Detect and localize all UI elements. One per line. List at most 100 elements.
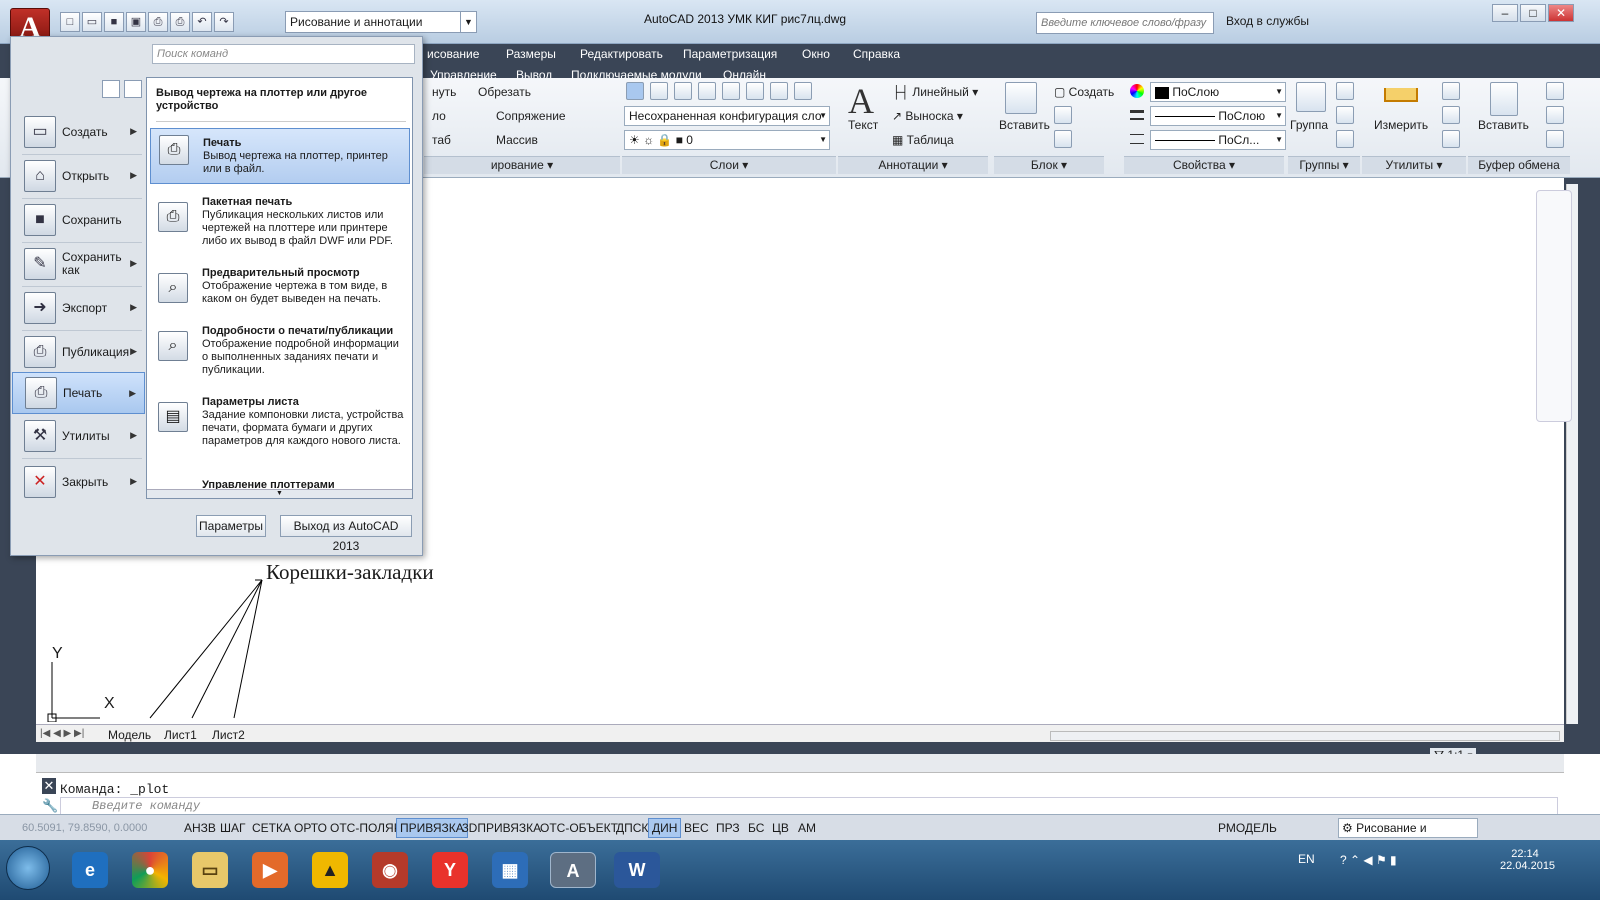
paste-icon[interactable] bbox=[1490, 82, 1518, 116]
copy-icon[interactable] bbox=[1546, 106, 1564, 124]
measure-label[interactable]: Измерить bbox=[1374, 118, 1428, 132]
ribbon-scale[interactable]: ло bbox=[432, 109, 446, 123]
ribbon-fillet[interactable]: Сопряжение bbox=[496, 109, 566, 123]
color-combo[interactable]: ПоСлою ▼ bbox=[1150, 82, 1286, 102]
ribbon-mirror[interactable]: таб bbox=[432, 133, 451, 147]
layer-match-icon[interactable] bbox=[770, 82, 788, 100]
menu-parametric[interactable]: Параметризация bbox=[683, 47, 777, 61]
minimize-button[interactable]: – bbox=[1492, 4, 1518, 22]
print-icon[interactable]: ⎙ bbox=[170, 12, 190, 32]
text-icon[interactable]: A bbox=[848, 80, 874, 122]
menu-modify[interactable]: Редактировать bbox=[580, 47, 663, 61]
tab-layout2[interactable]: Лист2 bbox=[212, 728, 245, 742]
cut-icon[interactable] bbox=[1546, 82, 1564, 100]
status-toggle-9[interactable]: ДИН bbox=[648, 818, 682, 838]
undo-icon[interactable]: ↶ bbox=[192, 12, 212, 32]
new-icon[interactable]: □ bbox=[60, 12, 80, 32]
daemon-tools-icon[interactable]: ▲ bbox=[312, 852, 348, 888]
create-block-button[interactable]: ▢ Создать bbox=[1054, 85, 1114, 99]
layer-state-combo[interactable]: Несохраненная конфигурация сло ▼ bbox=[624, 106, 830, 126]
status-toggle-3[interactable]: ОРТО bbox=[290, 818, 331, 838]
wrench-icon[interactable]: 🔧 bbox=[42, 798, 58, 814]
close-button[interactable]: ✕ bbox=[1548, 4, 1574, 22]
plot-icon[interactable]: ⎙ bbox=[148, 12, 168, 32]
color-wheel-icon[interactable] bbox=[1130, 84, 1144, 98]
app-menu-utilities[interactable]: ⚒ Утилиты ▶ bbox=[12, 415, 145, 457]
media-player-icon[interactable]: ▶ bbox=[252, 852, 288, 888]
status-toggle-0[interactable]: АНЗВ bbox=[180, 818, 220, 838]
lineweight-combo[interactable]: ПоСлою ▼ bbox=[1150, 106, 1286, 126]
print-item-details[interactable]: ⌕ Подробности о печати/публикации Отобра… bbox=[150, 325, 410, 385]
menu-draw[interactable]: исование bbox=[427, 47, 479, 61]
horizontal-scrollbar[interactable] bbox=[1050, 731, 1560, 741]
panel-layers-title[interactable]: Слои ▾ bbox=[622, 156, 836, 174]
open-documents-icon[interactable] bbox=[124, 80, 142, 98]
menu-window[interactable]: Окно bbox=[802, 47, 830, 61]
group-edit-icon[interactable] bbox=[1336, 106, 1354, 124]
status-toggle-14[interactable]: АМ bbox=[794, 818, 820, 838]
insert-block-label[interactable]: Вставить bbox=[999, 118, 1050, 132]
ribbon-stretch[interactable]: нуть bbox=[432, 85, 456, 99]
panel-utilities-title[interactable]: Утилиты ▾ bbox=[1362, 156, 1466, 174]
word-taskbar-icon[interactable]: W bbox=[614, 852, 660, 888]
menu-help[interactable]: Справка bbox=[853, 47, 900, 61]
linetype-combo[interactable]: ПоСл... ▼ bbox=[1150, 130, 1286, 150]
match-properties-icon[interactable] bbox=[1546, 130, 1564, 148]
measure-icon[interactable] bbox=[1384, 88, 1418, 102]
app-menu-export[interactable]: ➜ Экспорт ▶ bbox=[12, 287, 145, 329]
panel-annotation-title[interactable]: Аннотации ▾ bbox=[838, 156, 988, 174]
print-item-plot[interactable]: ⎙ Печать Вывод чертежа на плоттер, принт… bbox=[150, 128, 410, 184]
status-toggle-6[interactable]: 3DПРИВЯЗКА bbox=[458, 818, 545, 838]
recent-documents-icon[interactable] bbox=[102, 80, 120, 98]
ribbon-array[interactable]: Массив bbox=[496, 133, 538, 147]
status-toggle-10[interactable]: ВЕС bbox=[680, 818, 713, 838]
panel-properties-title[interactable]: Свойства ▾ bbox=[1124, 156, 1284, 174]
keyword-search-input[interactable]: Введите ключевое слово/фразу bbox=[1036, 12, 1214, 34]
language-indicator[interactable]: EN bbox=[1298, 852, 1315, 866]
ungroup-icon[interactable] bbox=[1336, 82, 1354, 100]
status-toggle-11[interactable]: ПРЗ bbox=[712, 818, 744, 838]
command-input[interactable] bbox=[60, 797, 1558, 815]
workspace-selector[interactable]: Рисование и аннотации ▼ bbox=[285, 11, 477, 33]
layer-isolate-icon[interactable] bbox=[674, 82, 692, 100]
linear-dim-button[interactable]: ├┤ Линейный ▾ bbox=[892, 85, 978, 99]
app-icon[interactable]: ◉ bbox=[372, 852, 408, 888]
navigation-bar[interactable] bbox=[1536, 190, 1572, 422]
app-menu-publish[interactable]: ⎙ Публикация ▶ bbox=[12, 331, 145, 373]
start-button[interactable] bbox=[6, 846, 50, 890]
app-menu-new[interactable]: ▭ Создать ▶ bbox=[12, 111, 145, 153]
insert-block-icon[interactable] bbox=[1005, 82, 1037, 114]
print-item-batch[interactable]: ⎙ Пакетная печать Публикация нескольких … bbox=[150, 196, 410, 254]
status-toggle-7[interactable]: ОТС-ОБЪЕКТ bbox=[536, 818, 622, 838]
group-select-icon[interactable] bbox=[1336, 130, 1354, 148]
group-label[interactable]: Группа bbox=[1290, 118, 1328, 132]
model-space-toggle[interactable]: РМОДЕЛЬ bbox=[1214, 818, 1281, 838]
calculator-icon[interactable] bbox=[1442, 130, 1460, 148]
status-toggle-13[interactable]: ЦВ bbox=[768, 818, 793, 838]
status-toggle-12[interactable]: БС bbox=[744, 818, 768, 838]
status-toggle-4[interactable]: ОТС-ПОЛЯР bbox=[326, 818, 406, 838]
panel-modify-title[interactable]: ирование ▾ bbox=[424, 156, 620, 174]
layer-state-icon[interactable] bbox=[650, 82, 668, 100]
tray-icons[interactable]: ? ⌃ ◀ ⚑ ▮ bbox=[1340, 853, 1397, 867]
clock[interactable]: 22:14 22.04.2015 bbox=[1500, 848, 1555, 872]
menu-dimension[interactable]: Размеры bbox=[506, 47, 556, 61]
select-all-icon[interactable] bbox=[1442, 106, 1460, 124]
command-search-input[interactable]: Поиск команд bbox=[152, 44, 415, 64]
layer-properties-icon[interactable] bbox=[626, 82, 644, 100]
leader-button[interactable]: ↗ Выноска ▾ bbox=[892, 109, 963, 123]
save-icon[interactable]: ■ bbox=[104, 12, 124, 32]
open-icon[interactable]: ▭ bbox=[82, 12, 102, 32]
options-button[interactable]: Параметры bbox=[196, 515, 266, 537]
print-item-preview[interactable]: ⌕ Предварительный просмотр Отображение ч… bbox=[150, 267, 410, 315]
save-as-icon[interactable]: ▣ bbox=[126, 12, 146, 32]
app-menu-open[interactable]: ⌂ Открыть ▶ bbox=[12, 155, 145, 197]
explorer-folder-icon[interactable]: ▭ bbox=[192, 852, 228, 888]
block-attribute-icon[interactable] bbox=[1054, 130, 1072, 148]
autocad-taskbar-icon[interactable]: A bbox=[550, 852, 596, 888]
close-icon[interactable]: ✕ bbox=[42, 778, 56, 794]
paste-label[interactable]: Вставить bbox=[1478, 118, 1529, 132]
workspace-switch[interactable]: ⚙ Рисование и аннотации bbox=[1338, 818, 1478, 853]
print-item-page-setup[interactable]: ▤ Параметры листа Задание компоновки лис… bbox=[150, 396, 410, 468]
app-menu-save-as[interactable]: ✎ Сохранить как ▶ bbox=[12, 243, 145, 285]
